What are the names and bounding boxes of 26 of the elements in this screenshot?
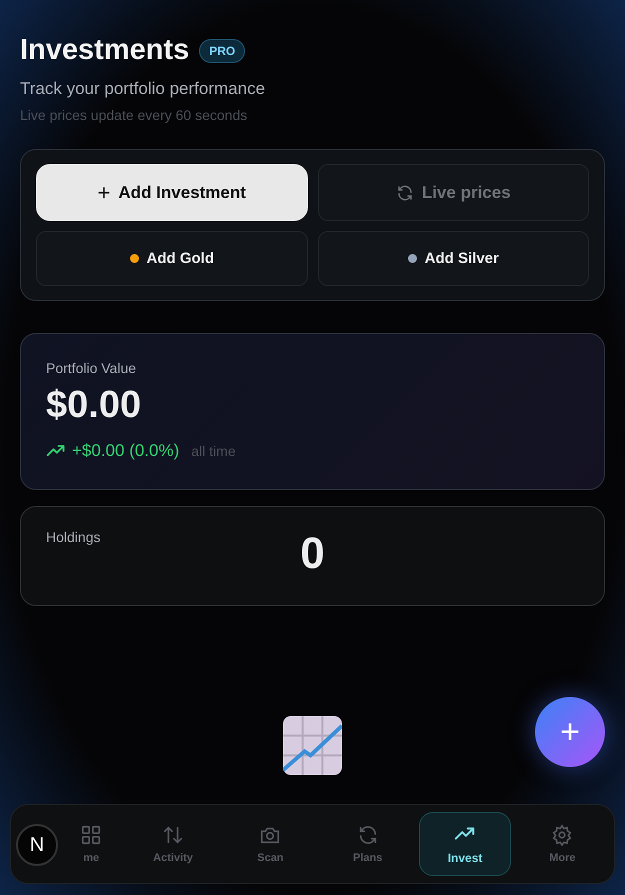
arrows-icon <box>162 824 184 846</box>
update-note: Live prices update every 60 seconds <box>20 107 248 123</box>
period-label: all time <box>191 443 236 459</box>
card-label: Portfolio Value <box>46 360 138 376</box>
pro-badge: PRO <box>199 38 246 62</box>
add-fab[interactable]: + <box>535 697 605 767</box>
card-label: Holdings <box>46 529 102 545</box>
refresh-icon <box>396 184 414 202</box>
nav-tab[interactable]: Scan <box>224 812 316 876</box>
nav-tab[interactable]: Invest <box>419 812 511 876</box>
nav-tab[interactable]: Activity <box>127 812 219 876</box>
plus-icon: + <box>98 180 110 206</box>
gear-icon <box>551 824 574 846</box>
change-value: +$0.00 (0.0%) <box>72 441 180 461</box>
nav-tab[interactable]: me <box>61 812 122 876</box>
nav-tab[interactable]: Plans <box>322 812 414 876</box>
chart-emoji-icon <box>283 716 342 775</box>
add-metal-button[interactable]: Add Gold <box>36 231 308 286</box>
add-metal-button[interactable]: Add Silver <box>318 231 589 286</box>
nav-tab[interactable]: More <box>516 812 608 876</box>
holdings-count: 0 <box>300 529 325 579</box>
page-title: Investments <box>20 34 190 67</box>
subtitle: Track your portfolio performance <box>20 79 266 99</box>
add-investment-button[interactable]: + Add Investment <box>36 164 308 221</box>
portfolio-value: $0.00 <box>46 384 142 427</box>
grid-icon <box>80 824 102 846</box>
